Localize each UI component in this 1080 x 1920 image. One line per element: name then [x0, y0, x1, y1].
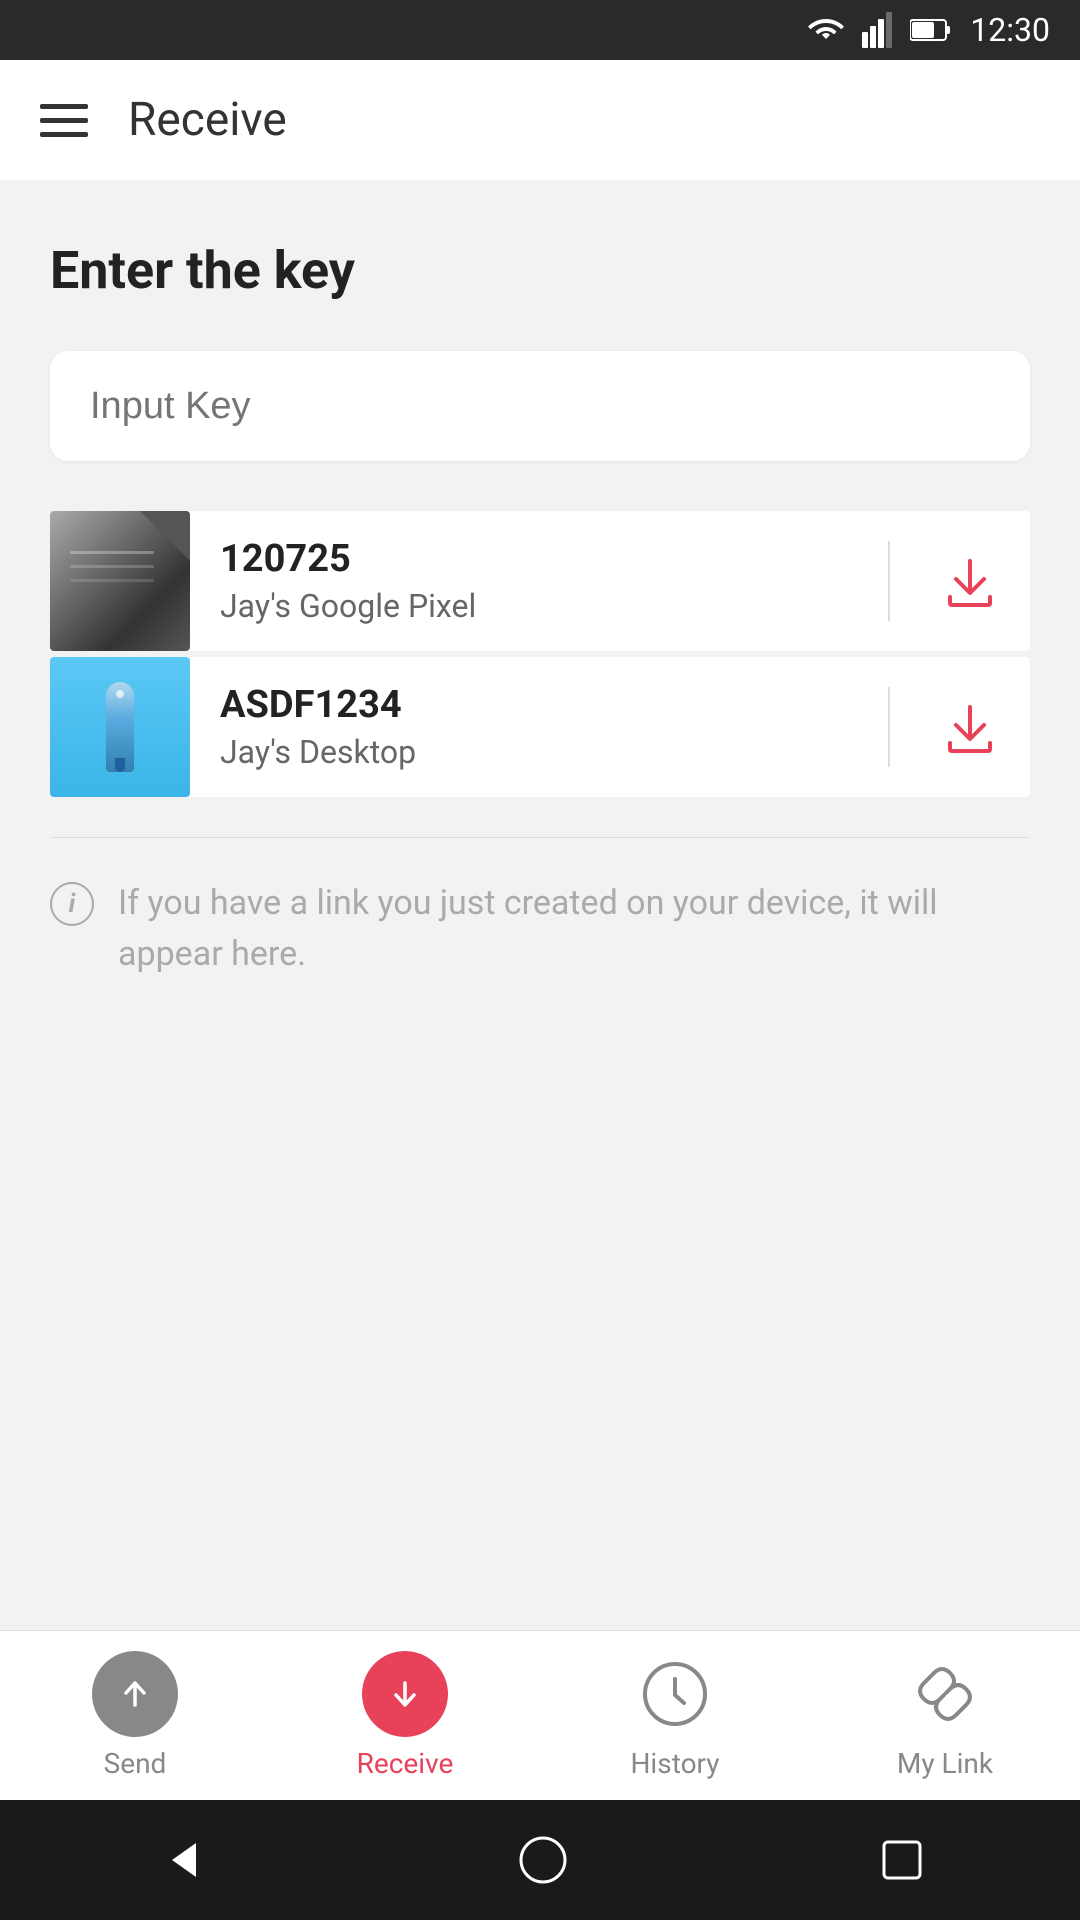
item-info-2: ASDF1234 Jay's Desktop [220, 683, 868, 771]
home-button[interactable] [518, 1835, 568, 1885]
list-item-2: ASDF1234 Jay's Desktop [50, 657, 1030, 797]
download-button-1[interactable] [910, 553, 1030, 609]
recents-button[interactable] [880, 1838, 924, 1882]
android-nav [0, 1800, 1080, 1920]
mylink-icon-wrap [902, 1651, 988, 1737]
nav-item-send[interactable]: Send [0, 1651, 270, 1780]
menu-button[interactable] [40, 104, 88, 137]
back-button[interactable] [156, 1835, 206, 1885]
section-title: Enter the key [50, 240, 1030, 301]
status-icons: 12:30 [808, 11, 1050, 49]
item-device-2: Jay's Desktop [220, 733, 868, 771]
history-icon [640, 1659, 710, 1729]
app-bar: Receive [0, 60, 1080, 180]
send-icon [114, 1673, 156, 1715]
wifi-icon [808, 17, 844, 43]
send-icon-circle [92, 1651, 178, 1737]
receive-icon [384, 1673, 426, 1715]
status-bar: 12:30 [0, 0, 1080, 60]
app-bar-title: Receive [128, 93, 287, 147]
nav-label-mylink: My Link [897, 1747, 993, 1780]
key-input-container[interactable] [50, 351, 1030, 461]
item-divider-1 [888, 541, 890, 621]
history-icon-wrap [632, 1651, 718, 1737]
nav-item-history[interactable]: History [540, 1651, 810, 1780]
key-input[interactable] [90, 385, 990, 428]
item-info-1: 120725 Jay's Google Pixel [220, 537, 868, 625]
nav-item-mylink[interactable]: My Link [810, 1651, 1080, 1780]
item-divider-2 [888, 687, 890, 767]
nav-item-receive[interactable]: Receive [270, 1651, 540, 1780]
item-key-2: ASDF1234 [220, 683, 868, 727]
item-thumbnail-desktop [50, 657, 190, 797]
item-device-1: Jay's Google Pixel [220, 587, 868, 625]
bottom-nav: Send Receive History My Link [0, 1630, 1080, 1800]
download-icon-1 [942, 553, 998, 609]
receive-icon-circle [362, 1651, 448, 1737]
back-icon [156, 1835, 206, 1885]
item-key-1: 120725 [220, 537, 868, 581]
list-item: 120725 Jay's Google Pixel [50, 511, 1030, 651]
info-notice: i If you have a link you just created on… [50, 837, 1030, 980]
recents-icon [880, 1838, 924, 1882]
download-button-2[interactable] [910, 699, 1030, 755]
nav-label-history: History [630, 1747, 719, 1780]
info-text: If you have a link you just created on y… [118, 878, 1030, 980]
nav-label-receive: Receive [357, 1747, 454, 1780]
info-icon: i [50, 882, 94, 926]
main-content: Enter the key 120725 Jay's Google Pixel [0, 180, 1080, 1020]
item-thumbnail-pixel [50, 511, 190, 651]
nav-label-send: Send [104, 1747, 167, 1780]
download-icon-2 [942, 699, 998, 755]
status-time: 12:30 [970, 11, 1050, 49]
link-icon [910, 1659, 980, 1729]
home-icon [518, 1835, 568, 1885]
signal-icon [862, 12, 892, 48]
battery-icon [910, 18, 952, 42]
